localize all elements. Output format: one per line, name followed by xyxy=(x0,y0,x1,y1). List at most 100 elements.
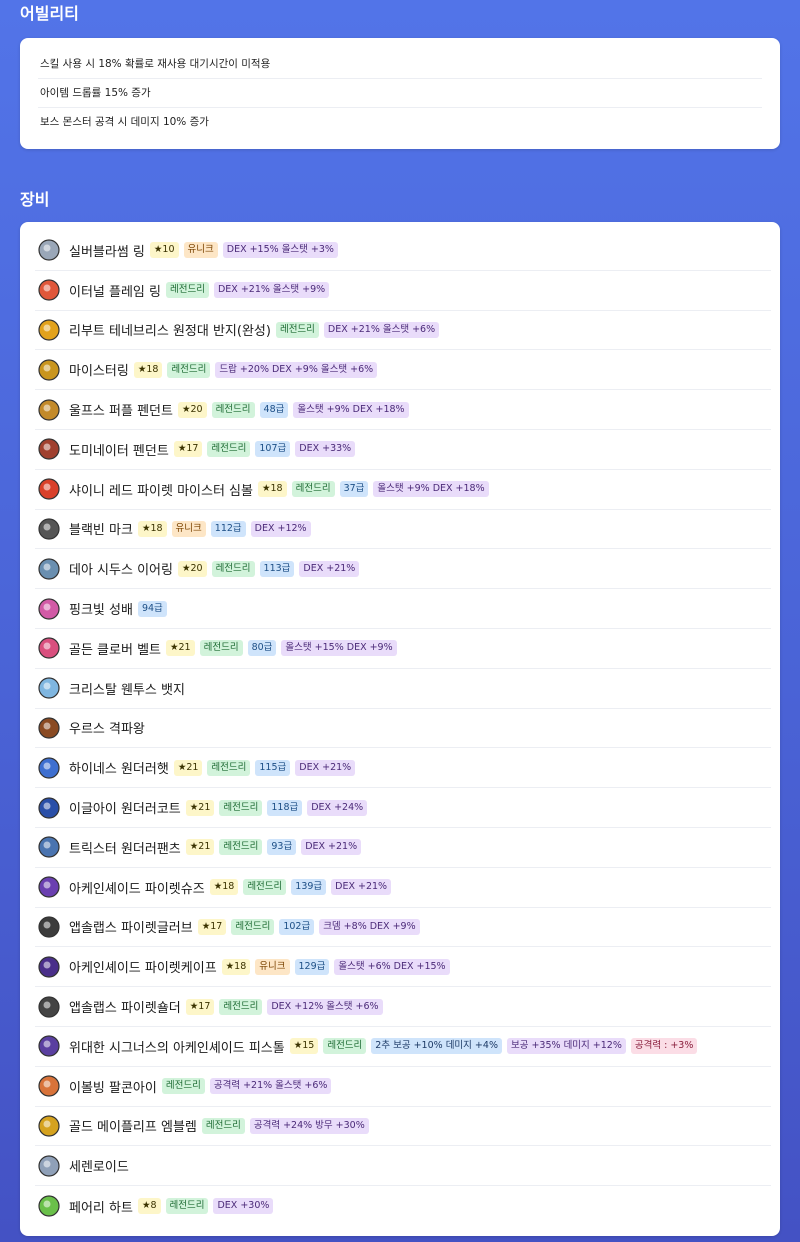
shoulder-icon xyxy=(35,993,63,1021)
star-tag: ★21 xyxy=(185,839,215,856)
star-tag: ★20 xyxy=(177,560,207,577)
level-tag: 139급 xyxy=(291,879,327,896)
level-tag: 94급 xyxy=(137,600,167,617)
opt-tag: DEX +30% xyxy=(213,1198,274,1215)
equipment-row[interactable]: 하이네스 원더러햇 ★21 레전드리 115급 DEX +21% xyxy=(35,748,771,789)
item-name: 골드 메이플리프 엠블렘 xyxy=(69,1120,197,1136)
shoes-icon xyxy=(35,873,63,901)
item-name: 데아 시두스 이어링 xyxy=(69,563,173,579)
equipment-row[interactable]: 도미네이터 펜던트 ★17 레전드리 107급 DEX +33% xyxy=(35,430,771,470)
equipment-row[interactable]: 데아 시두스 이어링 ★20 레전드리 113급 DEX +21% xyxy=(35,549,771,590)
equipment-row[interactable]: 리부트 테네브리스 원정대 반지(완성) 레전드리 DEX +21% 올스탯 +6% xyxy=(35,311,771,351)
legend-tag: 레전드리 xyxy=(219,998,263,1015)
legend-tag: 레전드리 xyxy=(161,1078,205,1095)
item-name: 골든 클로버 벨트 xyxy=(69,642,161,658)
star-tag: ★8 xyxy=(137,1198,161,1215)
ability-line: 아이템 드롭률 15% 증가 xyxy=(38,79,762,108)
equipment-row[interactable]: 블랙빈 마크 ★18 유니크 112급 DEX +12% xyxy=(35,510,771,550)
equipment-row[interactable]: 세렌로이드 xyxy=(35,1146,771,1187)
ability-line: 스킬 사용 시 18% 확률로 재사용 대기시간이 미적용 xyxy=(38,50,762,79)
item-name: 세렌로이드 xyxy=(69,1160,129,1176)
level-tag: 112급 xyxy=(210,520,246,537)
legend-tag: 레전드리 xyxy=(201,1117,245,1134)
item-name: 실버블라썸 링 xyxy=(69,244,145,260)
equipment-row[interactable]: 골든 클로버 벨트 ★21 레전드리 80급 올스탯 +15% DEX +9% xyxy=(35,629,771,669)
level-tag: 93급 xyxy=(267,839,297,856)
equipment-row[interactable]: 울프스 퍼플 펜던트 ★20 레전드리 48급 올스탯 +9% DEX +18% xyxy=(35,390,771,430)
item-name: 아케인셰이드 파이렛슈즈 xyxy=(69,881,205,897)
equipment-row[interactable]: 실버블라썸 링 ★10 유니크 DEX +15% 올스탯 +3% xyxy=(35,231,771,271)
equipment-row[interactable]: 아케인셰이드 파이렛슈즈 ★18 레전드리 139급 DEX +21% xyxy=(35,868,771,908)
atk-tag: 공격력 : +3% xyxy=(630,1038,698,1055)
opt-tag: DEX +21% xyxy=(301,839,362,856)
eye-accessory-icon xyxy=(35,1072,63,1100)
star-tag: ★18 xyxy=(209,879,239,896)
legend-tag: 레전드리 xyxy=(199,640,243,657)
equipment-row[interactable]: 이터널 플레임 링 레전드리 DEX +21% 올스탯 +9% xyxy=(35,271,771,311)
star-tag: ★21 xyxy=(166,640,195,657)
equipment-row[interactable]: 앱솔랩스 파이렛글러브 ★17 레전드리 102급 크뎀 +8% DEX +9% xyxy=(35,908,771,948)
equipment-row[interactable]: 이글아이 원더러코트 ★21 레전드리 118급 DEX +24% xyxy=(35,788,771,828)
level-tag: 107급 xyxy=(255,441,291,458)
unique-tag: 유니크 xyxy=(255,958,290,975)
equipment-row[interactable]: 이볼빙 팔콘아이 레전드리 공격력 +21% 올스탯 +6% xyxy=(35,1067,771,1107)
opt-tag: 올스탯 +15% DEX +9% xyxy=(281,640,397,657)
opt-tag: DEX +15% 올스탯 +3% xyxy=(222,242,338,259)
pendant-icon xyxy=(35,396,63,424)
equipment-row[interactable]: 우르스 격파왕 xyxy=(35,709,771,749)
star-tag: ★21 xyxy=(185,799,215,816)
emblem-icon xyxy=(35,1112,63,1140)
legend-tag: 레전드리 xyxy=(166,282,209,299)
legend-tag: 레전드리 xyxy=(219,839,263,856)
opt-tag: 드랍 +20% DEX +9% 올스탯 +6% xyxy=(215,361,378,378)
item-name: 우르스 격파왕 xyxy=(69,722,145,738)
cape-icon xyxy=(35,953,63,981)
star-tag: ★20 xyxy=(177,401,207,418)
level-tag: 129급 xyxy=(294,958,330,975)
pink-cup-icon xyxy=(35,595,63,623)
opt-tag: DEX +21% xyxy=(299,560,360,577)
ability-line: 보스 몬스터 공격 시 데미지 10% 증가 xyxy=(40,116,209,128)
item-name: 위대한 시그너스의 아케인셰이드 피스톨 xyxy=(69,1040,285,1056)
ability-section-title: 어빌리티 xyxy=(20,4,79,23)
opt-tag: DEX +21% xyxy=(331,879,392,896)
item-name: 아케인셰이드 파이렛케이프 xyxy=(69,961,217,977)
opt-tag: 공격력 +21% 올스탯 +6% xyxy=(209,1078,332,1095)
level-tag: 80급 xyxy=(247,640,277,657)
item-name: 앱솔랩스 파이렛숄더 xyxy=(69,1001,181,1017)
item-name: 이터널 플레임 링 xyxy=(69,284,161,300)
equipment-row[interactable]: 아케인셰이드 파이렛케이프 ★18 유니크 129급 올스탯 +6% DEX +15% xyxy=(35,947,771,988)
legend-tag: 레전드리 xyxy=(275,321,319,338)
level-tag: 118급 xyxy=(267,799,303,816)
equipment-row[interactable]: 핑크빛 성배 94급 xyxy=(35,589,771,629)
equipment-list: 실버블라썸 링 ★10 유니크 DEX +15% 올스탯 +3% 이터널 플레임 링 레전… xyxy=(20,222,780,1236)
meister-ring-icon xyxy=(35,356,63,384)
star-tag: ★18 xyxy=(257,481,287,498)
equipment-row[interactable]: 샤이니 레드 파이렛 마이스터 심볼 ★18 레전드리 37급 올스탯 +9% DEX … xyxy=(35,470,771,510)
legend-tag: 레전드리 xyxy=(219,799,263,816)
add-tag: 2추 보공 +10% 데미지 +4% xyxy=(371,1038,502,1055)
symbol-card-icon xyxy=(35,475,63,503)
equipment-row[interactable]: 페어리 하트 ★8 레전드리 DEX +30% xyxy=(35,1186,771,1226)
item-name: 페어리 하트 xyxy=(69,1200,133,1216)
level-tag: 37급 xyxy=(339,481,369,498)
equipment-row[interactable]: 골드 메이플리프 엠블렘 레전드리 공격력 +24% 방무 +30% xyxy=(35,1107,771,1147)
equipment-row[interactable]: 위대한 시그너스의 아케인셰이드 피스톨 ★15 레전드리 2추 보공 +10% 데미… xyxy=(35,1027,771,1067)
opt-tag: 공격력 +24% 방무 +30% xyxy=(249,1117,369,1134)
unique-tag: 유니크 xyxy=(183,242,218,259)
equipment-row[interactable]: 트릭스터 원더러팬츠 ★21 레전드리 93급 DEX +21% xyxy=(35,828,771,868)
item-name: 울프스 퍼플 펜던트 xyxy=(69,404,173,420)
item-name: 이글아이 원더러코트 xyxy=(69,802,181,818)
level-tag: 115급 xyxy=(255,759,291,776)
legend-tag: 레전드리 xyxy=(165,1198,209,1215)
coat-icon xyxy=(35,794,63,822)
equipment-row[interactable]: 크리스탈 웬투스 뱃지 xyxy=(35,669,771,709)
equipment-row[interactable]: 마이스터링 ★18 레전드리 드랍 +20% DEX +9% 올스탯 +6% xyxy=(35,350,771,391)
equipment-row[interactable]: 앱솔랩스 파이렛숄더 ★17 레전드리 DEX +12% 올스탯 +6% xyxy=(35,987,771,1027)
item-name: 앱솔랩스 파이렛글러브 xyxy=(69,921,193,937)
item-name: 크리스탈 웬투스 뱃지 xyxy=(69,682,185,698)
legend-tag: 레전드리 xyxy=(207,441,251,458)
legend-tag: 레전드리 xyxy=(231,918,275,935)
star-tag: ★18 xyxy=(137,520,167,537)
legend-tag: 레전드리 xyxy=(211,560,255,577)
